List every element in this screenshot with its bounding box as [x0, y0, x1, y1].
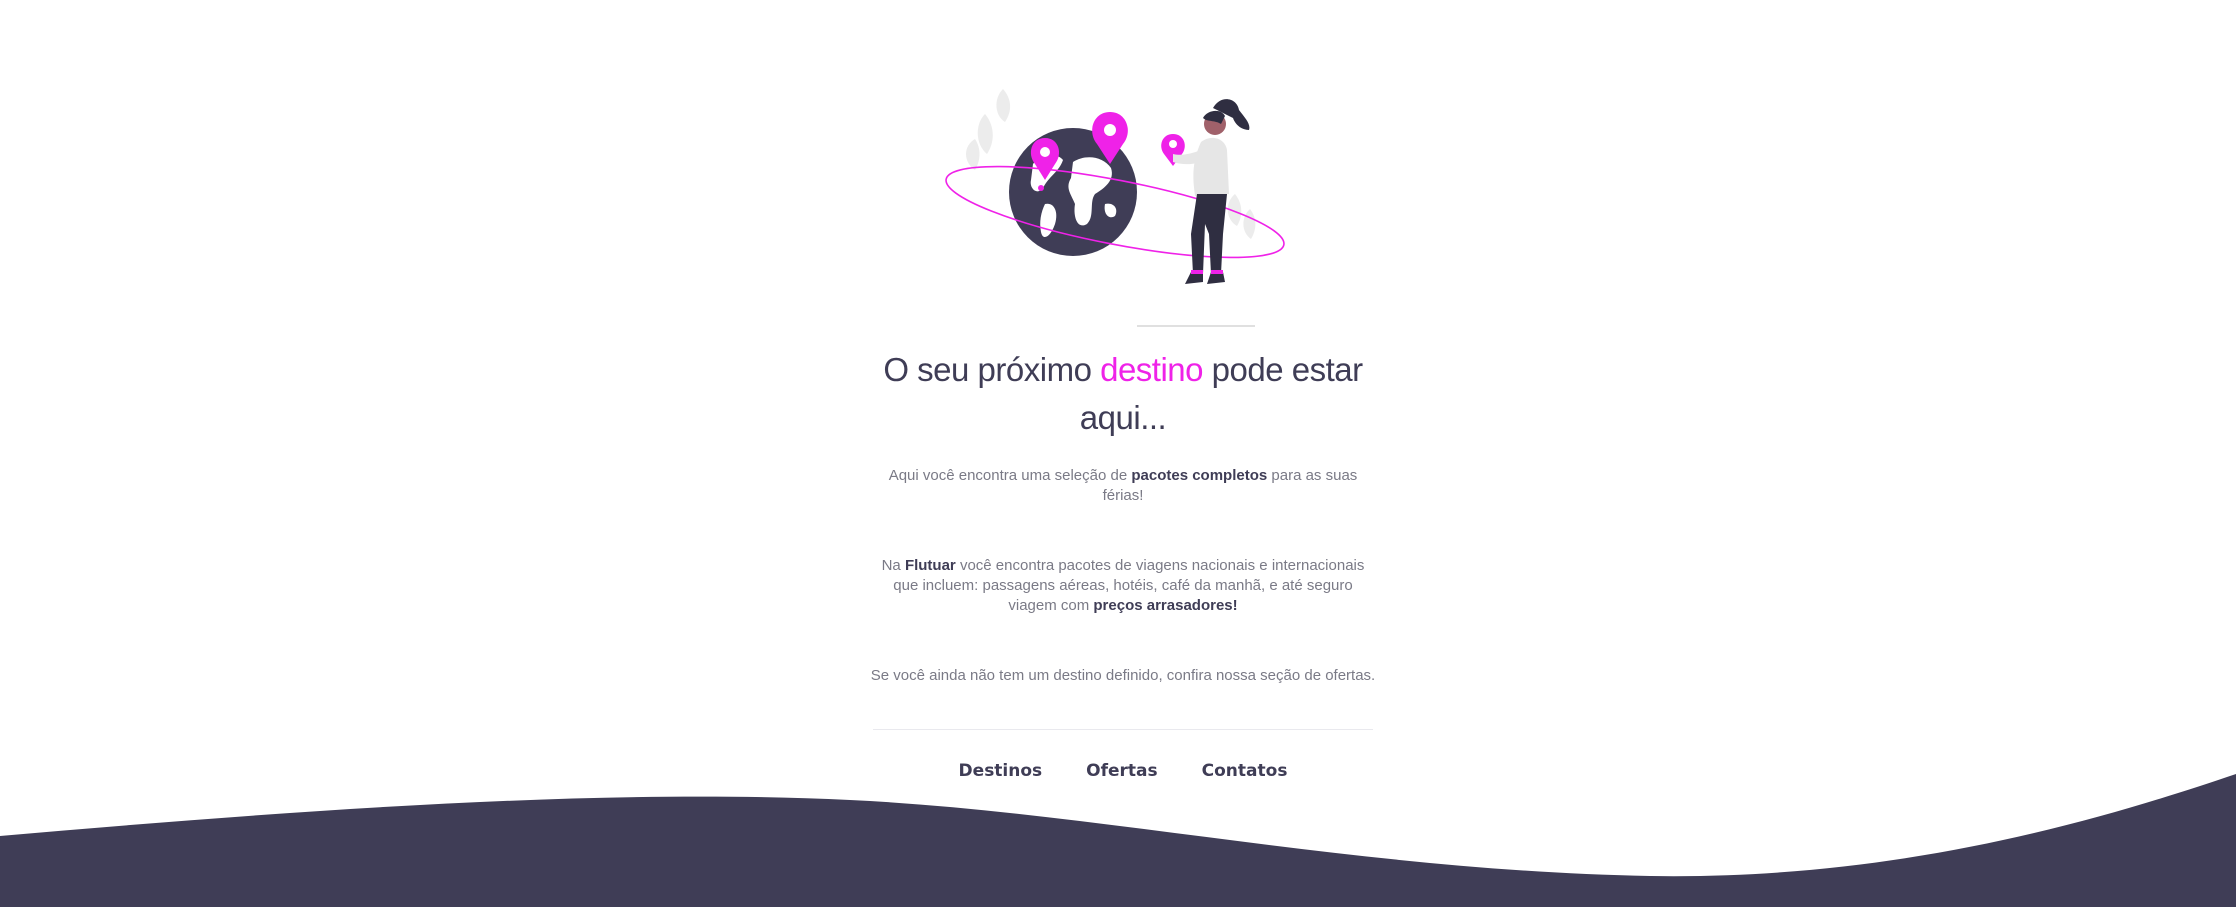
- globe-travel-illustration: [945, 89, 1285, 327]
- p1-text-start: Aqui você encontra uma seleção de: [888, 467, 1132, 484]
- p1-bold: pacotes completos: [1131, 467, 1268, 484]
- p2-bold-end: preços arrasadores!: [1093, 597, 1238, 614]
- p2-text-start: Na: [881, 557, 905, 574]
- page: O seu próximo destino pode estar aqui...…: [0, 0, 2236, 907]
- intro-paragraph-1: Aqui você encontra uma seleção de pacote…: [868, 466, 1378, 506]
- woman-figure: [1173, 99, 1250, 284]
- title-start: O seu próximo: [883, 351, 1101, 388]
- divider: [873, 729, 1373, 730]
- title-accent-word: destino: [1100, 351, 1204, 388]
- intro-paragraph-2: Na Flutuar você encontra pacotes de viag…: [868, 556, 1378, 616]
- brand-name: Flutuar: [904, 557, 956, 574]
- intro-section: O seu próximo destino pode estar aqui...…: [868, 346, 1378, 781]
- page-title: O seu próximo destino pode estar aqui...: [868, 346, 1378, 442]
- footer-wave: [0, 774, 2236, 907]
- intro-paragraph-3: Se você ainda não tem um destino definid…: [870, 667, 1376, 684]
